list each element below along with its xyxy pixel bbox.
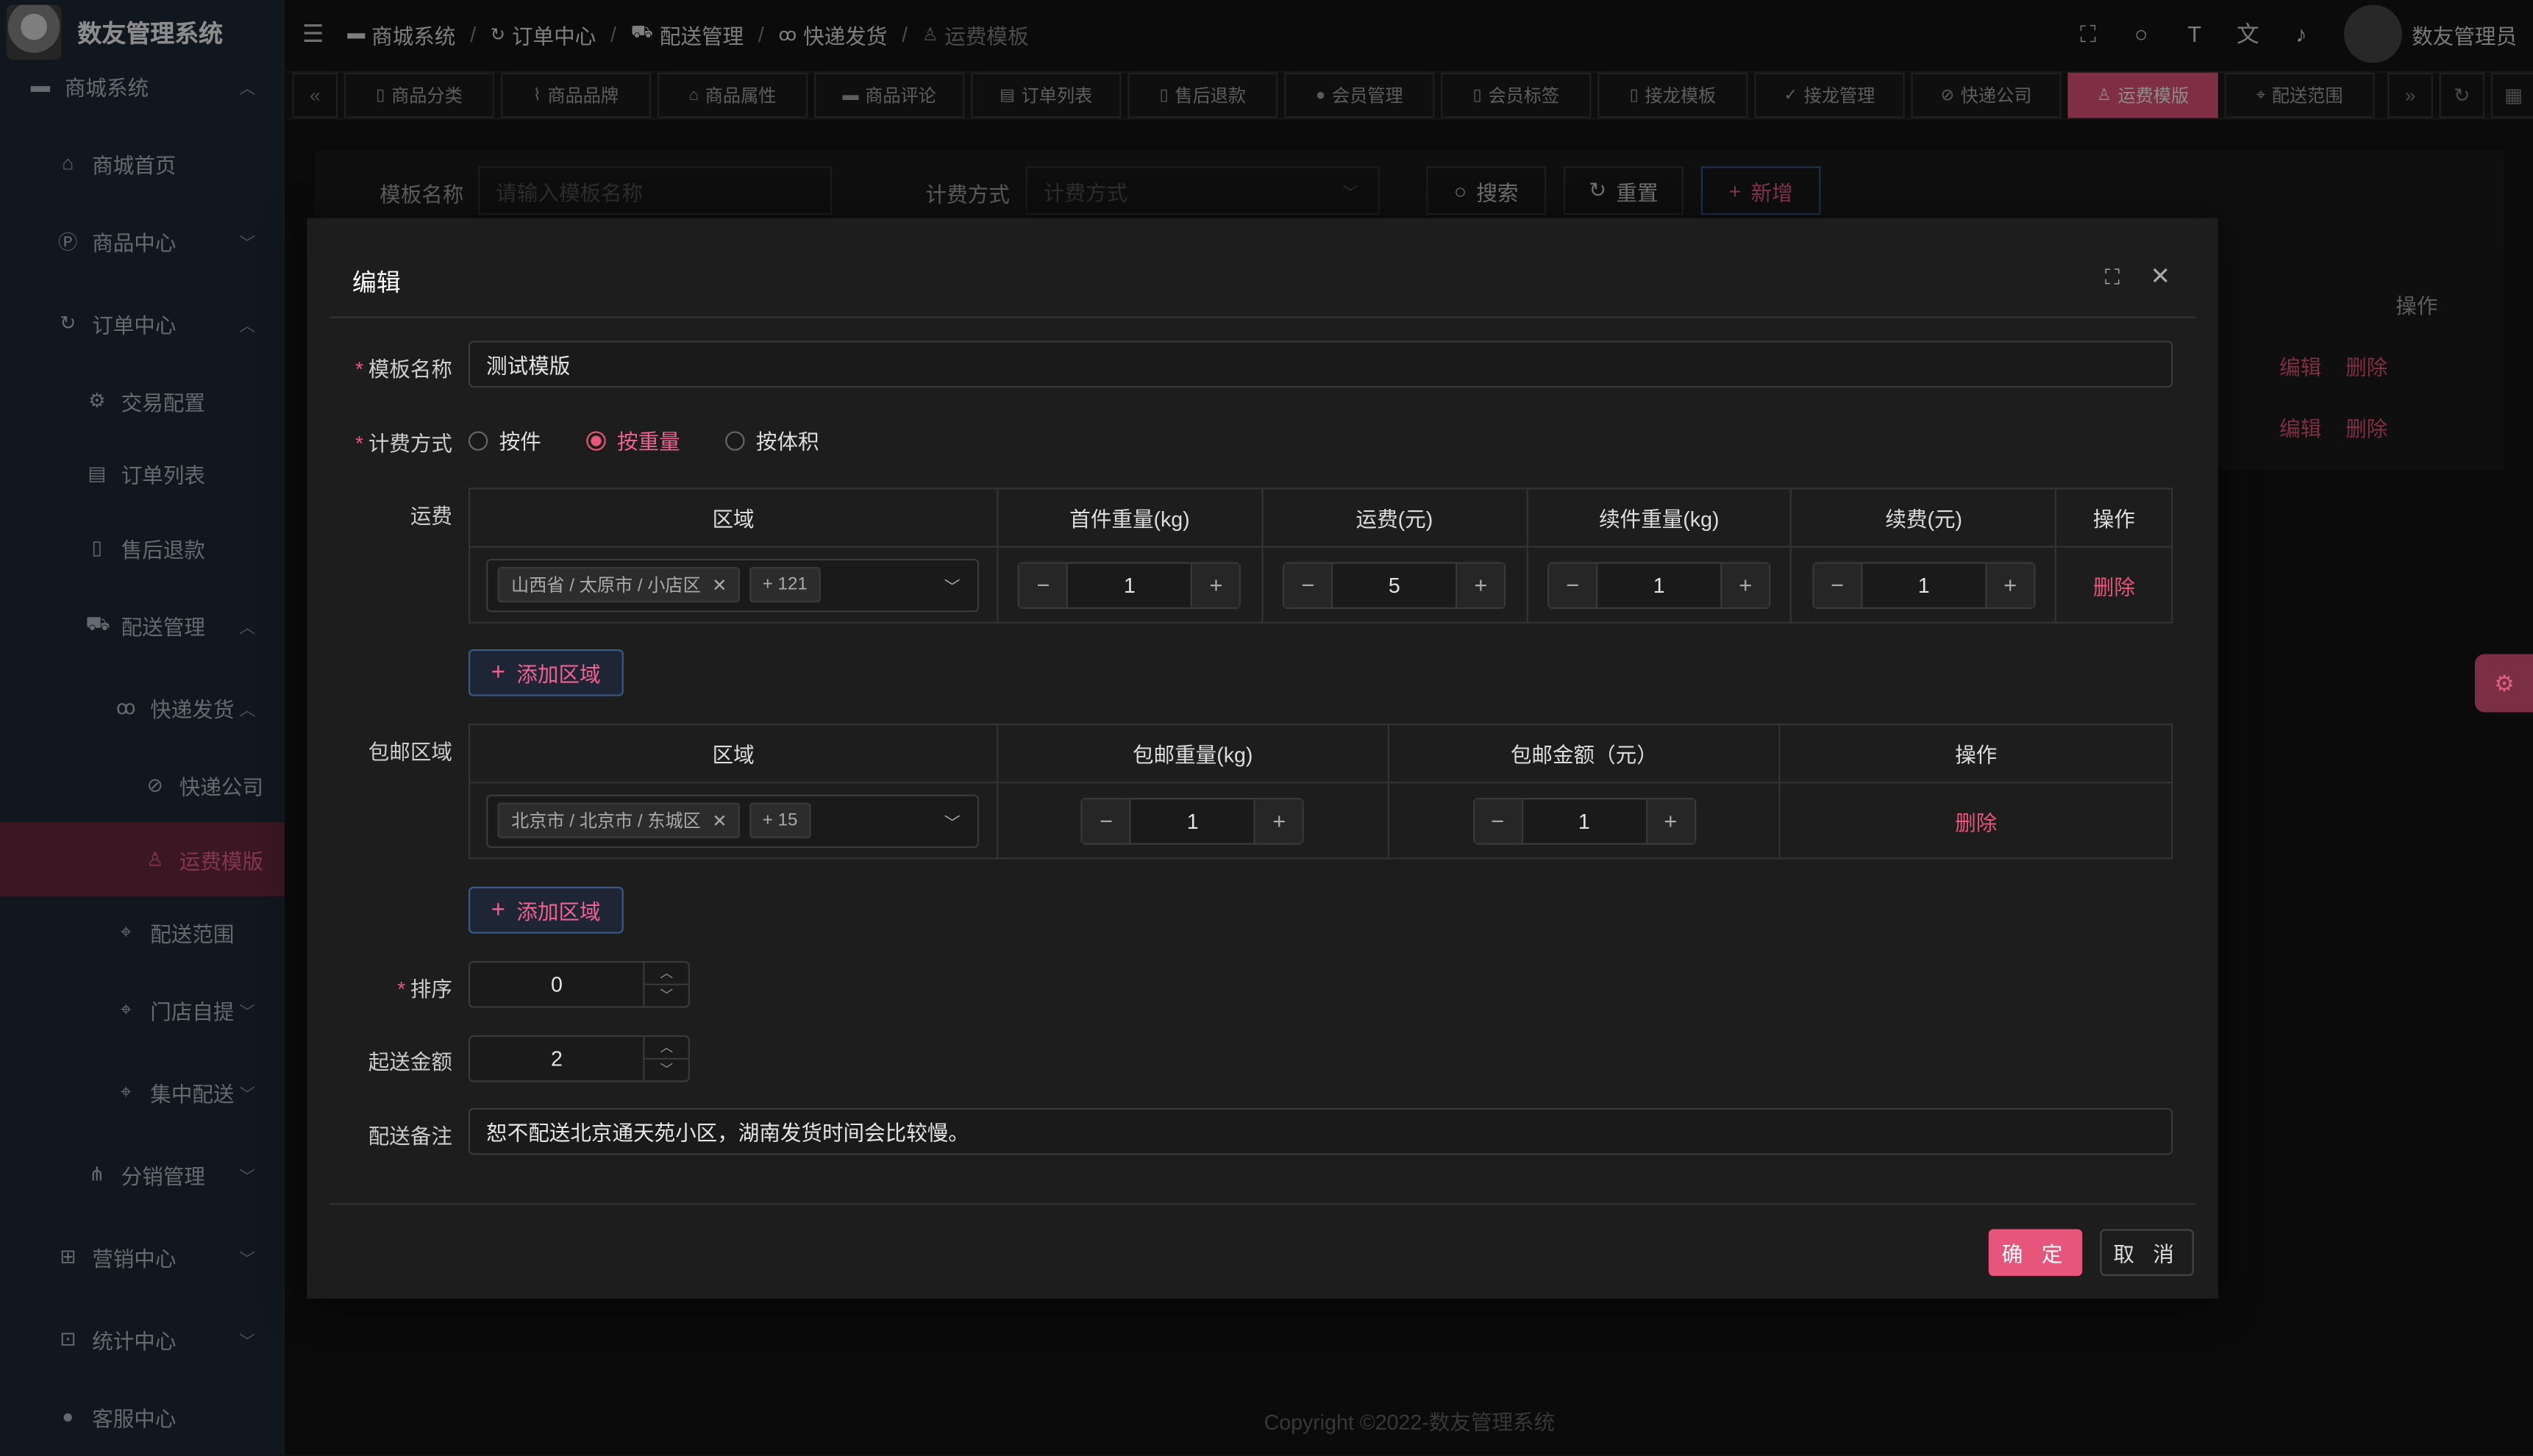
minus-icon[interactable]: − xyxy=(1549,563,1597,607)
continue-fee-stepper[interactable]: −1 + xyxy=(1812,561,2036,608)
spin-down-icon[interactable]: ﹀ xyxy=(645,1060,688,1081)
radio-dot-checked xyxy=(586,430,606,450)
region-more-tag: + 121 xyxy=(749,566,821,603)
column-header: 首件重量(kg) xyxy=(996,488,1264,548)
region-tag: 北京市 / 北京市 / 东城区 ✕ xyxy=(498,802,741,838)
close-icon[interactable]: ✕ xyxy=(2150,262,2170,290)
gear-icon: ⚙ xyxy=(2494,669,2515,696)
spin-up-icon[interactable]: ︿ xyxy=(644,963,688,985)
column-header: 包邮重量(kg) xyxy=(997,724,1389,784)
radio-by-volume[interactable]: 按体积 xyxy=(725,425,819,456)
freight-stepper[interactable]: −5 + xyxy=(1283,561,1506,608)
delete-row-button[interactable]: 删除 xyxy=(1955,810,1997,835)
column-header: 续件重量(kg) xyxy=(1525,488,1792,548)
region-tag: 山西省 / 太原市 / 小店区 ✕ xyxy=(498,566,740,603)
chevron-down-icon: ﹀ xyxy=(944,579,961,597)
edit-dialog: 编辑 ⛶ ✕ * 模板名称 测试模版 * 计费方式 按件 按重量 按体积 运费 区域… xyxy=(307,218,2218,1299)
table-header-row: 区域 首件重量(kg) 运费(元) 续件重量(kg) 续费(元) 操作 xyxy=(468,488,2173,548)
freight-label: 运费 xyxy=(410,504,453,529)
table-header-row: 区域 包邮重量(kg) 包邮金额（元） 操作 xyxy=(468,724,2173,784)
dialog-title: 编辑 xyxy=(352,269,401,298)
radio-by-piece[interactable]: 按件 xyxy=(468,425,541,456)
sort-input[interactable]: 0 ︿ ﹀ xyxy=(468,960,690,1008)
first-weight-stepper[interactable]: −1 + xyxy=(1018,561,1241,608)
fullscreen-icon[interactable]: ⛶ xyxy=(2105,265,2120,290)
column-header: 运费(元) xyxy=(1261,488,1528,548)
column-header: 包邮金额（元） xyxy=(1387,724,1781,784)
column-header: 操作 xyxy=(2055,488,2173,548)
plus-icon: + xyxy=(491,896,505,924)
plus-icon[interactable]: + xyxy=(1647,799,1695,843)
plus-icon[interactable]: + xyxy=(1722,563,1770,607)
plus-icon[interactable]: + xyxy=(1457,563,1505,607)
remark-input[interactable]: 恕不配送北京通天苑小区，湖南发货时间会比较慢。 xyxy=(468,1107,2173,1155)
template-name-input[interactable]: 测试模版 xyxy=(468,340,2173,388)
divider xyxy=(329,316,2195,318)
free-shipping-label: 包邮区域 xyxy=(368,739,453,764)
billing-method-label: * 计费方式 xyxy=(355,431,453,456)
add-free-region-button[interactable]: + 添加区域 xyxy=(468,886,624,934)
free-shipping-table: 区域 包邮重量(kg) 包邮金额（元） 操作 北京市 / 北京市 / 东城区 ✕ … xyxy=(468,724,2173,860)
column-header: 续费(元) xyxy=(1790,488,2057,548)
tag-close-icon[interactable]: ✕ xyxy=(712,810,727,831)
min-amount-label: 起送金额 xyxy=(368,1049,453,1074)
minus-icon[interactable]: − xyxy=(1814,563,1862,607)
divider xyxy=(329,1203,2195,1205)
continue-weight-stepper[interactable]: −1 + xyxy=(1547,561,1771,608)
region-cascader[interactable]: 北京市 / 北京市 / 东城区 ✕ + 15 ﹀ xyxy=(487,793,980,848)
spin-down-icon[interactable]: ﹀ xyxy=(645,985,688,1007)
min-amount-input[interactable]: 2 ︿ ﹀ xyxy=(468,1035,690,1082)
template-name-label: * 模板名称 xyxy=(355,357,453,382)
plus-icon[interactable]: + xyxy=(1255,799,1303,843)
free-weight-stepper[interactable]: −1 + xyxy=(1081,796,1305,844)
free-amount-stepper[interactable]: −1 + xyxy=(1472,796,1696,844)
radio-dot xyxy=(725,430,745,450)
table-row: 山西省 / 太原市 / 小店区 ✕ + 121 ﹀ −1 + −5 + −1 + −1 +… xyxy=(468,546,2173,624)
plus-icon[interactable]: + xyxy=(1987,563,2034,607)
delete-row-button[interactable]: 删除 xyxy=(2093,574,2135,599)
column-header: 区域 xyxy=(468,488,999,548)
spin-up-icon[interactable]: ︿ xyxy=(644,1037,688,1060)
chevron-down-icon: ﹀ xyxy=(944,815,961,833)
confirm-button[interactable]: 确 定 xyxy=(1988,1229,2083,1277)
column-header: 操作 xyxy=(1779,724,2173,784)
remark-label: 配送备注 xyxy=(368,1124,453,1149)
freight-table: 区域 首件重量(kg) 运费(元) 续件重量(kg) 续费(元) 操作 山西省 … xyxy=(468,488,2173,624)
minus-icon[interactable]: − xyxy=(1019,563,1067,607)
table-row: 北京市 / 北京市 / 东城区 ✕ + 15 ﹀ −1 + −1 + 删除 xyxy=(468,782,2173,860)
minus-icon[interactable]: − xyxy=(1284,563,1332,607)
radio-by-weight[interactable]: 按重量 xyxy=(586,425,680,456)
region-more-tag: + 15 xyxy=(749,802,811,838)
column-header: 区域 xyxy=(468,724,999,784)
region-cascader[interactable]: 山西省 / 太原市 / 小店区 ✕ + 121 ﹀ xyxy=(487,557,980,612)
plus-icon: + xyxy=(491,659,505,687)
plus-icon[interactable]: + xyxy=(1192,563,1240,607)
settings-float-button[interactable]: ⚙ xyxy=(2474,654,2533,713)
sort-label: * 排序 xyxy=(397,977,453,1002)
tag-close-icon[interactable]: ✕ xyxy=(712,574,727,595)
add-region-button[interactable]: + 添加区域 xyxy=(468,649,624,696)
cancel-button[interactable]: 取 消 xyxy=(2100,1229,2194,1277)
minus-icon[interactable]: − xyxy=(1083,799,1130,843)
minus-icon[interactable]: − xyxy=(1474,799,1522,843)
radio-dot xyxy=(468,430,488,450)
